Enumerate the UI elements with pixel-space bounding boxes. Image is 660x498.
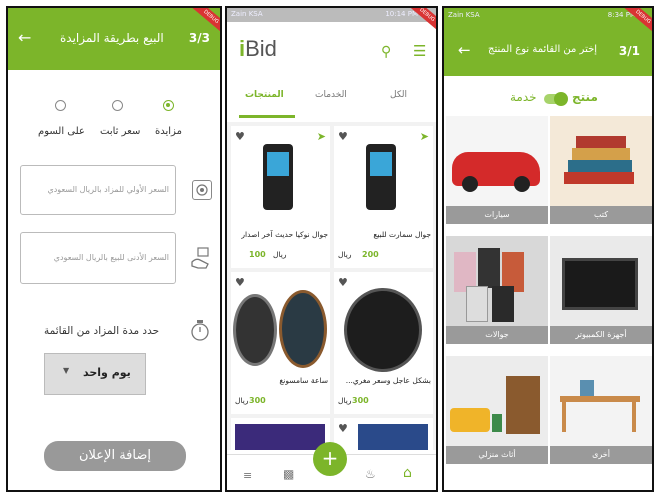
debug-banner: DEBUG <box>622 8 652 36</box>
tab-all[interactable]: الكل <box>390 90 407 100</box>
category-tile-cars[interactable]: سيارات <box>446 116 548 224</box>
page-title: البيع بطريقة المزايدة <box>60 31 164 45</box>
duration-dropdown[interactable]: ▼ يوم واحد <box>44 353 146 395</box>
min-price-placeholder: السعر الأدنى للبيع بالريال السعودي <box>53 253 169 262</box>
product-price: 200 <box>362 250 379 259</box>
radio-auction[interactable] <box>163 100 174 111</box>
hand-money-icon <box>188 244 212 274</box>
product-title: بشكل عاجل وسعر مغري... <box>345 376 431 385</box>
share-icon[interactable]: ➤ <box>317 130 326 143</box>
product-price: 300 <box>352 396 369 405</box>
add-fab[interactable]: + <box>313 442 347 476</box>
product-card[interactable]: ♥ ➤ جوال نوكيا حديث آخر اصدار 100 ريال <box>231 126 330 268</box>
bell-icon[interactable]: ♨ <box>365 467 376 481</box>
radio-fixed-price[interactable] <box>112 100 123 111</box>
chat-icon[interactable]: ▩ <box>283 467 294 481</box>
step-indicator: 3/3 <box>188 31 210 45</box>
product-card[interactable]: ♥ ساعة سامسونغ 300 ريال <box>231 272 330 414</box>
duration-value: يوم واحد <box>83 366 131 379</box>
product-card[interactable]: ♥ <box>334 418 433 450</box>
search-icon[interactable]: ⚲ <box>381 44 391 60</box>
product-grid: ♥ ➤ جوال سمارت للبيع 200 ريال ♥ ➤ جوال ن… <box>227 122 436 450</box>
status-time: 10:14 PM <box>385 10 418 18</box>
share-icon[interactable]: ➤ <box>420 130 429 143</box>
app-bar: Zain KSA 8:34 PM ← إختر من القائمة نوع ا… <box>444 8 652 76</box>
product-card[interactable] <box>231 418 330 450</box>
product-image <box>235 424 325 450</box>
min-price-field[interactable]: السعر الأدنى للبيع بالريال السعودي <box>20 232 176 284</box>
chevron-down-icon: ▼ <box>63 366 70 375</box>
category-tile-computers[interactable]: أجهزة الكمبيوتر <box>550 236 652 344</box>
category-label: أجهزة الكمبيوتر <box>550 326 652 344</box>
screen-home: Zain KSA 10:14 PM DEBUG iBid ⚲ ☰ المنتجا… <box>225 6 438 492</box>
product-image <box>263 144 293 210</box>
toggle-service-label: خدمة <box>510 90 537 104</box>
category-label: كتب <box>550 206 652 224</box>
heart-icon[interactable]: ♥ <box>338 130 348 143</box>
product-currency: ريال <box>273 250 287 259</box>
active-tab-indicator <box>239 115 295 118</box>
start-price-field[interactable]: السعر الأولي للمزاد بالريال السعودي <box>20 165 176 215</box>
step-indicator: 3/1 <box>618 44 640 58</box>
ibid-logo: iBid <box>239 36 277 61</box>
category-label: أثاث منزلي <box>446 446 548 464</box>
product-price: 100 <box>249 250 266 259</box>
category-tile-other[interactable]: أخرى <box>550 356 652 464</box>
heart-icon[interactable]: ♥ <box>338 422 348 435</box>
category-label: جوالات <box>446 326 548 344</box>
heart-icon[interactable]: ♥ <box>235 130 245 143</box>
category-tile-furniture[interactable]: أثاث منزلي <box>446 356 548 464</box>
camera-icon <box>192 180 212 200</box>
product-title: جوال نوكيا حديث آخر اصدار <box>241 230 328 239</box>
back-arrow-icon[interactable]: ← <box>18 28 31 47</box>
product-image <box>366 144 396 210</box>
screen-category-select: Zain KSA 8:34 PM ← إختر من القائمة نوع ا… <box>442 6 654 492</box>
product-currency: ريال <box>235 396 249 405</box>
status-bar: Zain KSA 10:14 PM <box>227 8 436 22</box>
tab-services[interactable]: الخدمات <box>315 90 347 100</box>
label-on-bid: على السوم <box>38 126 85 137</box>
add-listing-button[interactable]: إضافة الإعلان <box>44 441 186 471</box>
product-title: جوال سمارت للبيع <box>373 230 431 239</box>
product-service-toggle[interactable] <box>544 92 568 106</box>
label-fixed-price: سعر ثابت <box>100 126 141 137</box>
heart-icon[interactable]: ♥ <box>235 276 245 289</box>
toggle-knob <box>554 92 568 106</box>
duration-label: حدد مدة المزاد من القائمة <box>44 325 160 337</box>
carrier: Zain KSA <box>448 11 480 19</box>
product-currency: ريال <box>338 250 352 259</box>
toggle-product-label: منتج <box>572 90 598 104</box>
back-arrow-icon[interactable]: ← <box>458 41 471 59</box>
category-tile-books[interactable]: كتب <box>550 116 652 224</box>
product-card[interactable]: ♥ بشكل عاجل وسعر مغري... 300 ريال <box>334 272 433 414</box>
category-tile-phones[interactable]: جوالات <box>446 236 548 344</box>
home-icon[interactable]: ⌂ <box>403 465 412 481</box>
product-image <box>358 424 428 450</box>
start-price-placeholder: السعر الأولي للمزاد بالريال السعودي <box>47 185 169 194</box>
stopwatch-icon <box>190 318 210 342</box>
app-bar: ← البيع بطريقة المزايدة 3/3 DEBUG <box>8 8 220 70</box>
tab-products[interactable]: المنتجات <box>245 90 284 100</box>
product-image <box>279 290 327 368</box>
product-image <box>344 288 422 372</box>
heart-icon[interactable]: ♥ <box>338 276 348 289</box>
product-price: 300 <box>249 396 266 405</box>
product-title: ساعة سامسونغ <box>279 376 328 385</box>
carrier: Zain KSA <box>231 10 263 18</box>
menu-icon[interactable]: ☰ <box>413 42 426 60</box>
tab-bar: المنتجات الخدمات الكل <box>227 82 436 118</box>
category-label: أخرى <box>550 446 652 464</box>
page-title: إختر من القائمة نوع المنتج <box>488 44 598 55</box>
label-auction: مزايدة <box>155 126 182 137</box>
screen-auction-settings: ← البيع بطريقة المزايدة 3/3 DEBUG مزايدة… <box>6 6 222 492</box>
filter-icon[interactable]: ≡ <box>243 469 252 482</box>
product-image <box>233 294 277 366</box>
product-currency: ريال <box>338 396 352 405</box>
category-label: سيارات <box>446 206 548 224</box>
product-card[interactable]: ♥ ➤ جوال سمارت للبيع 200 ريال <box>334 126 433 268</box>
radio-on-bid[interactable] <box>55 100 66 111</box>
